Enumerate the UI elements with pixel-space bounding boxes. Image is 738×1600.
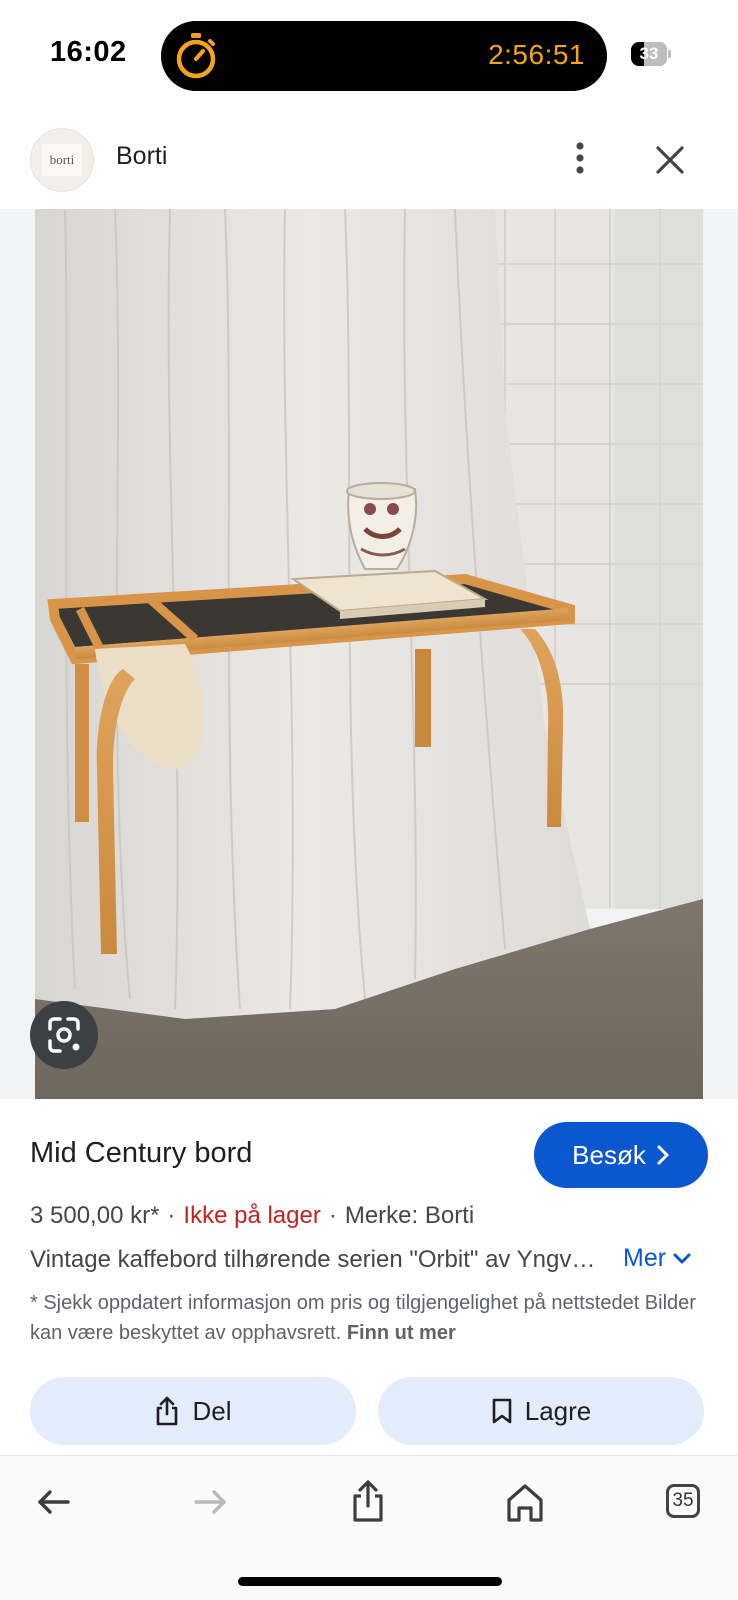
back-arrow-icon[interactable] — [26, 1474, 82, 1530]
product-title: Mid Century bord — [30, 1137, 253, 1169]
separator-dot: · — [328, 1202, 337, 1229]
battery-level: 33 — [639, 44, 659, 63]
product-meta: 3 500,00 kr* · Ikke på lager · Merke: Borti — [30, 1202, 474, 1230]
chevron-right-icon — [657, 1145, 669, 1165]
close-icon[interactable] — [652, 142, 688, 178]
share-icon — [157, 1396, 178, 1426]
site-logo[interactable]: borti — [30, 128, 94, 192]
stock-status: Ikke på lager — [183, 1202, 321, 1229]
find-out-more-link[interactable]: Finn ut mer — [347, 1322, 456, 1344]
product-photo[interactable] — [35, 209, 703, 1099]
home-icon[interactable] — [497, 1474, 553, 1530]
product-price: 3 500,00 kr* — [30, 1202, 160, 1229]
status-bar: 16:02 2:56:51 33 — [0, 0, 738, 108]
save-button[interactable]: Lagre — [378, 1377, 704, 1445]
viewer-header: borti Borti — [0, 120, 738, 206]
battery-indicator: 33 — [631, 42, 671, 66]
more-button[interactable]: Mer — [623, 1244, 692, 1273]
share-icon[interactable] — [340, 1474, 396, 1530]
visit-button-label: Besøk — [572, 1139, 646, 1170]
dynamic-island-timer[interactable]: 2:56:51 — [161, 21, 607, 91]
site-logo-text: borti — [42, 144, 82, 176]
home-indicator[interactable] — [238, 1577, 502, 1586]
tabs-button[interactable]: 35 — [654, 1474, 710, 1530]
product-description: Vintage kaffebord tilhørende serien "Orb… — [30, 1246, 600, 1273]
stopwatch-icon — [176, 33, 216, 79]
product-brand: Merke: Borti — [344, 1202, 475, 1229]
status-time: 16:02 — [50, 36, 127, 68]
site-name[interactable]: Borti — [116, 142, 167, 171]
more-label: Mer — [623, 1244, 667, 1272]
disclaimer: * Sjekk oppdatert informasjon om pris og… — [30, 1288, 720, 1348]
more-vert-icon[interactable] — [564, 138, 596, 178]
tabs-count: 35 — [666, 1484, 700, 1518]
share-button[interactable]: Del — [30, 1377, 356, 1445]
browser-toolbar: 35 — [0, 1455, 738, 1600]
separator-dot: · — [167, 1202, 176, 1229]
bookmark-icon — [492, 1398, 512, 1424]
forward-arrow-icon[interactable] — [182, 1474, 238, 1530]
lens-icon — [48, 1017, 80, 1053]
visit-button[interactable]: Besøk — [534, 1122, 708, 1188]
image-viewer — [0, 209, 738, 1099]
share-label: Del — [192, 1395, 232, 1426]
save-label: Lagre — [524, 1395, 592, 1426]
timer-readout: 2:56:51 — [488, 39, 585, 70]
lens-button[interactable] — [30, 1001, 98, 1069]
chevron-down-icon — [673, 1253, 691, 1263]
